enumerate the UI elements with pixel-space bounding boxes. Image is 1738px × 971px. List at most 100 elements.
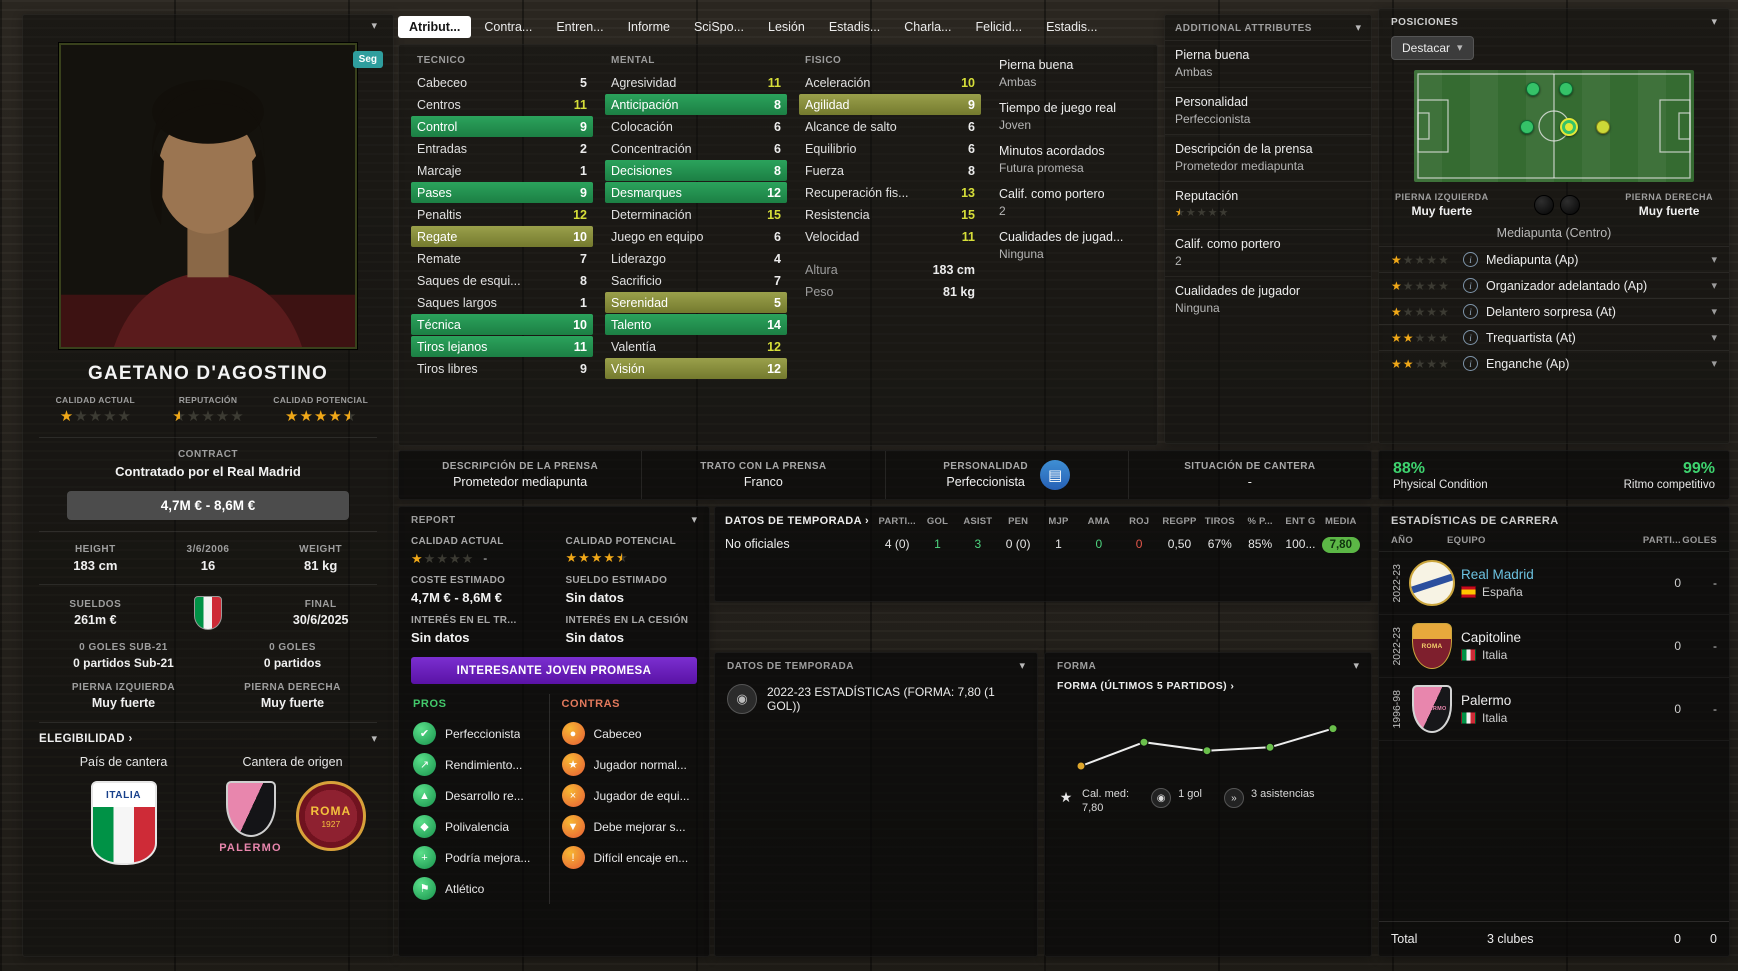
info-icon[interactable]: i [1463, 252, 1478, 267]
attribute-name: Juego en equipo [611, 229, 704, 244]
attribute-row: Agilidad 9 [799, 94, 981, 115]
season-overview-entry[interactable]: ◉ 2022-23 ESTADÍSTICAS (FORMA: 7,80 (1 G… [727, 684, 1025, 714]
position-role-row[interactable]: ★ ★ ★ ★ ★ i Trequartista (At) ▾ [1379, 324, 1729, 350]
career-row[interactable]: 2022-23 ROMA Capitoline Italia 0 - [1379, 615, 1729, 678]
additional-attribute-row: Reputación ★ ★ ★ ★ ★ [1165, 181, 1371, 229]
stat-value-text: 0 [1135, 537, 1143, 551]
attribute-name: Centros [417, 97, 461, 112]
position-dot[interactable] [1520, 120, 1534, 134]
chevron-down-icon[interactable]: ▾ [1019, 661, 1025, 672]
stat-column-header: MEDIA [1324, 515, 1357, 527]
info-icon[interactable]: i [1463, 278, 1478, 293]
chevron-down-icon[interactable]: ▾ [1711, 331, 1717, 344]
device-icon[interactable]: ▤ [1040, 460, 1071, 490]
media-handling-cell: TRATO CON LA PRENSA Franco [641, 451, 884, 499]
profile-tab[interactable]: Entren... [545, 16, 614, 38]
loan-interest-label: INTERÉS EN LA CESIÓN [565, 615, 689, 626]
position-role-row[interactable]: ★ ★ ★ ★ ★ i Enganche (Ap) ▾ [1379, 350, 1729, 376]
position-dot[interactable] [1595, 120, 1610, 134]
u21-record-block: 0 GOLES SUB-21 0 partidos Sub-21 [39, 642, 208, 670]
info-icon[interactable]: i [1463, 304, 1478, 319]
profile-tab[interactable]: SciSpo... [683, 16, 755, 38]
con-icon: ! [561, 846, 585, 869]
career-row[interactable]: 2022-23 Real Madrid España 0 - [1379, 552, 1729, 615]
role-stars: ★ ★ ★ ★ ★ [1391, 252, 1449, 267]
pro-label: Atlético [445, 881, 485, 896]
pro-icon: ▲ [413, 784, 436, 807]
chevron-down-icon[interactable]: ▾ [1711, 305, 1717, 318]
recommendation-banner[interactable]: INTERESANTE JOVEN PROMESA [411, 657, 697, 684]
attribute-value: 6 [968, 141, 975, 156]
star-rating-label: CALIDAD POTENCIAL [273, 395, 369, 405]
chevron-down-icon[interactable]: ▾ [1355, 23, 1361, 34]
info-icon[interactable]: i [1463, 356, 1478, 371]
chevron-down-icon[interactable]: ▾ [1711, 253, 1717, 266]
profile-tab[interactable]: Atribut... [398, 16, 472, 38]
additional-attributes-list: Pierna buena Ambas Personalidad Perfecci… [1165, 40, 1371, 323]
chevron-down-icon[interactable]: ▾ [1353, 661, 1359, 672]
highlight-dropdown-button[interactable]: Destacar ▾ [1391, 36, 1474, 60]
stat-column-header: ASIST [963, 515, 993, 527]
current-ability-stars: ★ ★ ★ ★ ★ [411, 550, 474, 566]
vital-block: HEIGHT 183 cm [39, 544, 152, 573]
collapse-chevron-icon[interactable]: ▾ [371, 21, 377, 39]
report-summary-grid: CALIDAD ACTUAL ★ ★ ★ ★ ★ - CALIDAD POTENCIAL… [411, 536, 697, 645]
career-row[interactable]: 1996-98 PALERMO Palermo Italia 0 - [1379, 678, 1729, 741]
pro-item: ▲ Desarrollo re... [413, 780, 547, 811]
profile-tab[interactable]: Felicid... [965, 16, 1034, 38]
left-foot-value: Muy fuerte [91, 696, 156, 710]
profile-tab[interactable]: Estadis... [818, 16, 891, 38]
con-item: ★ Jugador normal... [561, 749, 696, 780]
chevron-down-icon[interactable]: ▾ [1711, 357, 1717, 370]
position-dot[interactable] [1560, 118, 1578, 136]
foot-strength-icons [1533, 195, 1580, 215]
pro-item: ◆ Polivalencia [413, 811, 547, 842]
stat-value-text: 7,80 [1321, 537, 1360, 553]
attribute-name: Tiros libres [417, 361, 478, 376]
position-dot[interactable] [1525, 81, 1540, 96]
season-overview-header: DATOS DE TEMPORADA ▾ [727, 661, 1025, 673]
eligibility-row[interactable]: ELEGIBILIDAD › ▾ [39, 722, 377, 745]
season-stats-title[interactable]: DATOS DE TEMPORADA › [725, 515, 877, 527]
star-rating-label: CALIDAD ACTUAL [55, 395, 136, 405]
chevron-down-icon[interactable]: ▾ [1711, 17, 1717, 28]
career-team-name[interactable]: Palermo [1461, 693, 1637, 708]
form-subtitle[interactable]: FORMA (ÚLTIMOS 5 PARTIDOS) › [1057, 680, 1359, 692]
right-foot-label: PIERNA DERECHA [1625, 192, 1713, 202]
position-dot[interactable] [1559, 81, 1574, 96]
position-role-row[interactable]: ★ ★ ★ ★ ★ i Mediapunta (Ap) ▾ [1379, 246, 1729, 272]
profile-tab[interactable]: Charla... [893, 16, 962, 38]
info-icon[interactable]: i [1463, 330, 1478, 345]
profile-tab[interactable]: Informe [617, 16, 681, 38]
stat-value: 67% [1200, 537, 1240, 551]
wage-row: SUELDOS 261m € FINAL 30/6/2025 [39, 596, 377, 630]
fm-player-profile-screen: ▾ Seg GAETANO D'AGOSTINO CALIDAD ACTUAL [0, 0, 1738, 971]
stat-column-header: PEN [1008, 515, 1029, 527]
intl-apps-value: 0 partidos [263, 656, 322, 670]
body-measurements-list: Altura 183 cm Peso 81 kg [799, 258, 981, 303]
career-team-name[interactable]: Capitoline [1461, 630, 1637, 645]
season-overview-entry-text: 2022-23 ESTADÍSTICAS (FORMA: 7,80 (1 GOL… [767, 685, 995, 713]
position-role-row[interactable]: ★ ★ ★ ★ ★ i Delantero sorpresa (At) ▾ [1379, 298, 1729, 324]
info-item: Pierna buena Ambas [993, 53, 1139, 96]
star-rating-block: CALIDAD ACTUAL ★ ★ ★ ★ ★ [39, 395, 152, 426]
youth-situation-text: SITUACIÓN DE CANTERA - [1184, 461, 1315, 489]
palermo-badge-text: PALERMO [219, 842, 282, 854]
stat-value: 0 (0) [998, 537, 1038, 551]
follow-button[interactable]: Seg [352, 51, 383, 68]
profile-tab[interactable]: Lesión [757, 16, 816, 38]
role-stars: ★ ★ ★ ★ ★ [1391, 356, 1449, 371]
attribute-value: 1 [580, 295, 587, 310]
attribute-name: Talento [611, 317, 652, 332]
senior-record-block: 0 GOLES 0 partidos [208, 642, 377, 670]
chevron-down-icon[interactable]: ▾ [691, 515, 697, 526]
profile-tab[interactable]: Contra... [473, 16, 543, 38]
position-role-row[interactable]: ★ ★ ★ ★ ★ i Organizador adelantado (Ap) ▾ [1379, 272, 1729, 298]
con-label: Debe mejorar s... [593, 819, 686, 834]
profile-tab[interactable]: Estadis... [1035, 16, 1108, 38]
chevron-down-icon[interactable]: ▾ [371, 733, 377, 745]
career-team-name[interactable]: Real Madrid [1461, 567, 1637, 582]
pro-label: Rendimiento... [445, 757, 523, 772]
player-star-ratings: CALIDAD ACTUAL ★★★★★ REPUTACIÓN ★★★★★ CA… [39, 395, 377, 426]
chevron-down-icon[interactable]: ▾ [1711, 279, 1717, 292]
